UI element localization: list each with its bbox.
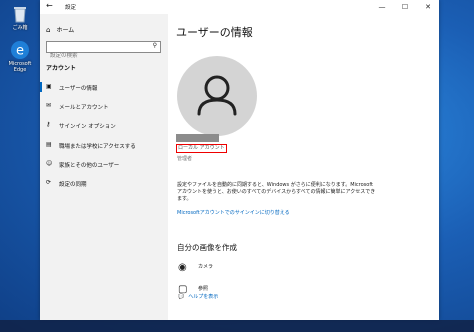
edge-icon: e bbox=[10, 40, 30, 60]
title-bar: ← 設定 — ☐ ✕ bbox=[40, 0, 439, 14]
sidebar-section-header: アカウント bbox=[46, 65, 77, 72]
camera-option[interactable]: ◉ カメラ bbox=[178, 260, 338, 276]
taskbar bbox=[0, 320, 474, 332]
window-title: 設定 bbox=[65, 5, 77, 11]
briefcase-icon: ▤ bbox=[46, 141, 52, 148]
sidebar-item-email-accounts[interactable]: ✉ メールとアカウント bbox=[40, 99, 168, 113]
search-box: ⚲ bbox=[46, 41, 161, 61]
help-link-label: ヘルプを表示 bbox=[188, 294, 219, 300]
sidebar-item-sync[interactable]: ⟳ 設定の同期 bbox=[40, 176, 168, 190]
sync-icon: ⟳ bbox=[46, 179, 52, 186]
person-card-icon: ▣ bbox=[46, 83, 52, 90]
sidebar-item-work-school[interactable]: ▤ 職場または学校にアクセスする bbox=[40, 138, 168, 152]
home-icon: ⌂ bbox=[46, 26, 51, 34]
home-label: ホーム bbox=[56, 27, 75, 34]
main-content: ユーザーの情報 ローカル アカウント 管理者 設定やファイルを自動的に同期すると… bbox=[168, 14, 439, 320]
key-icon: ⚷ bbox=[46, 121, 51, 128]
user-silhouette-icon bbox=[197, 75, 237, 116]
back-arrow-icon[interactable]: ← bbox=[46, 1, 53, 10]
sidebar-item-label: サインイン オプション bbox=[59, 124, 116, 130]
desktop-icon-recycle-bin[interactable]: ごみ箱 bbox=[3, 4, 37, 31]
recycle-bin-icon bbox=[10, 4, 30, 24]
avatar bbox=[177, 56, 257, 136]
help-chat-icon: 💬 bbox=[178, 294, 185, 300]
close-button[interactable]: ✕ bbox=[417, 0, 439, 14]
redacted-user-name bbox=[176, 134, 219, 142]
desktop-icon-edge[interactable]: e Microsoft Edge bbox=[3, 40, 37, 73]
sidebar-item-label: 設定の同期 bbox=[59, 182, 87, 188]
sidebar-home[interactable]: ⌂ ホーム bbox=[46, 25, 74, 34]
account-role: 管理者 bbox=[177, 156, 193, 162]
sidebar-item-label: メールとアカウント bbox=[59, 105, 109, 111]
desktop-icon-label: Microsoft Edge bbox=[8, 61, 32, 73]
settings-window: ← 設定 — ☐ ✕ ⌂ ホーム ⚲ アカウント ▣ ユーザーの情報 ✉ メールと… bbox=[40, 0, 439, 320]
camera-icon: ◉ bbox=[178, 262, 187, 273]
help-link[interactable]: 💬 ヘルプを表示 bbox=[178, 293, 218, 300]
account-type-label: ローカル アカウント bbox=[176, 144, 227, 153]
camera-option-label: カメラ bbox=[198, 264, 214, 270]
sidebar-item-label: ユーザーの情報 bbox=[59, 86, 98, 92]
desktop-icon-label: ごみ箱 bbox=[12, 25, 28, 31]
minimize-button[interactable]: — bbox=[371, 0, 393, 14]
sidebar-item-your-info[interactable]: ▣ ユーザーの情報 bbox=[40, 80, 168, 94]
sidebar-item-sign-in-options[interactable]: ⚷ サインイン オプション bbox=[40, 118, 168, 132]
sidebar-item-label: 職場または学校にアクセスする bbox=[59, 144, 136, 150]
mail-icon: ✉ bbox=[46, 102, 52, 109]
search-input[interactable] bbox=[47, 51, 145, 61]
page-title: ユーザーの情報 bbox=[176, 26, 253, 39]
sidebar-item-family-users[interactable]: ☺ 家族とその他のユーザー bbox=[40, 157, 168, 171]
sidebar-item-label: 家族とその他のユーザー bbox=[59, 163, 120, 169]
search-icon[interactable]: ⚲ bbox=[153, 42, 157, 49]
sidebar: ⌂ ホーム ⚲ アカウント ▣ ユーザーの情報 ✉ メールとアカウント ⚷ サイン… bbox=[40, 14, 168, 320]
sync-description: 設定やファイルを自動的に同期すると、Windows がさらに便利になります。Mi… bbox=[177, 182, 376, 202]
create-picture-header: 自分の画像を作成 bbox=[177, 243, 237, 252]
switch-to-microsoft-account-link[interactable]: Microsoftアカウントでのサインインに切り替える bbox=[177, 209, 290, 216]
people-icon: ☺ bbox=[46, 160, 53, 167]
browse-option-label: 参照 bbox=[198, 286, 209, 292]
svg-text:e: e bbox=[16, 44, 24, 59]
maximize-button[interactable]: ☐ bbox=[394, 0, 416, 14]
